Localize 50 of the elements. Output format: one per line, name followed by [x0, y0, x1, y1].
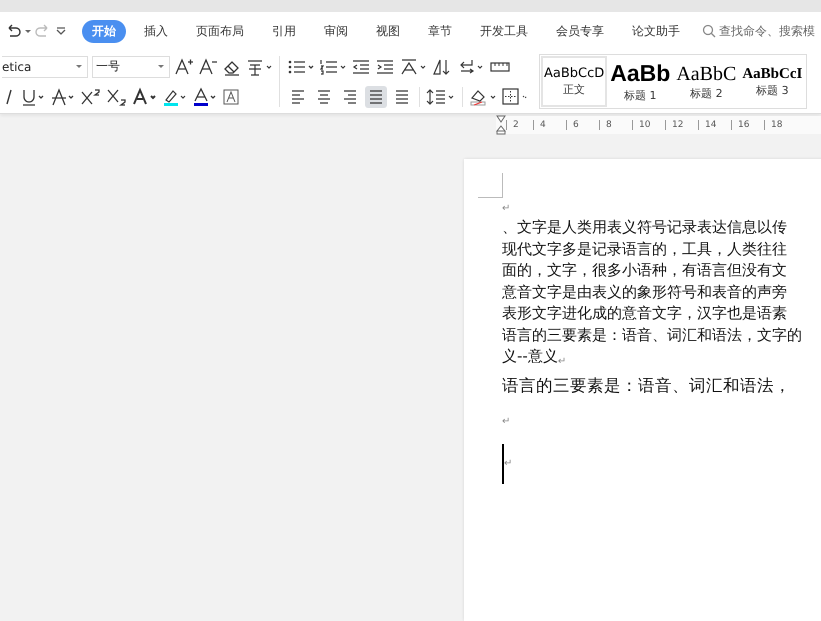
- menu-tab[interactable]: 章节: [418, 20, 462, 42]
- margin-corner-icon: [478, 173, 504, 199]
- text-cursor: [502, 444, 504, 484]
- menu-tab[interactable]: 引用: [262, 20, 306, 42]
- paragraph-line: 语言的三要素是：语音、词汇和语法，: [502, 374, 791, 396]
- paragraph-mark: ↵: [502, 203, 510, 215]
- paragraph-line: 现代文字多是记录语言的，工具，人类往往: [502, 238, 787, 260]
- ruler-number: 14: [698, 120, 731, 130]
- paragraph-line: 表形文字进化成的意音文字，汉字也是语素: [502, 303, 787, 324]
- search-icon: [702, 24, 716, 38]
- paragraph-line: 义--意义: [502, 346, 558, 367]
- paragraph-mark: ↵: [558, 356, 566, 368]
- superscript-icon[interactable]: [80, 86, 102, 106]
- indent-marker-icon[interactable]: [496, 115, 506, 135]
- font-color-icon[interactable]: [192, 86, 218, 106]
- menu-tab[interactable]: 开发工具: [470, 20, 538, 42]
- dropdown-caret-icon: [75, 64, 83, 70]
- dropdown-caret-icon: [157, 64, 165, 70]
- paragraph-mark: ↵: [504, 458, 512, 470]
- paragraph-line: 语言的三要素是：语音、词汇和语法，文字的: [502, 324, 802, 346]
- text-effects-icon[interactable]: [132, 86, 158, 106]
- style-option[interactable]: AaBbCcD 正文: [541, 56, 608, 107]
- shrink-font-icon[interactable]: [198, 56, 218, 76]
- menu-tab[interactable]: 论文助手: [622, 20, 690, 42]
- menu-tab[interactable]: 会员专享: [546, 20, 614, 42]
- borders-icon[interactable]: [501, 86, 529, 106]
- menu-tab[interactable]: 页面布局: [186, 20, 254, 42]
- ruler-number: 10: [632, 120, 665, 130]
- menu-tab[interactable]: 视图: [366, 20, 410, 42]
- ruler-number: 18: [764, 120, 797, 130]
- font-size-field[interactable]: 一号: [92, 56, 170, 78]
- ruler-number: 6: [566, 120, 599, 130]
- line-spacing-icon[interactable]: [426, 86, 456, 106]
- grow-font-icon[interactable]: [174, 56, 194, 76]
- menu-tab[interactable]: 插入: [134, 20, 178, 42]
- ruler-number: 4: [533, 120, 566, 130]
- ruler-number: 8: [599, 120, 632, 130]
- ruler-number: 12: [665, 120, 698, 130]
- character-border-icon[interactable]: [222, 86, 240, 106]
- menu-tab[interactable]: 审阅: [314, 20, 358, 42]
- text-direction-icon[interactable]: [399, 56, 427, 76]
- paragraph-line: 意音文字是由表义的象形符号和表音的声旁: [502, 282, 787, 302]
- strikethrough-icon[interactable]: [50, 86, 76, 106]
- ruler-number: 2: [506, 120, 533, 130]
- font-name-field[interactable]: etica: [2, 56, 88, 78]
- ruler-number: 16: [731, 120, 764, 130]
- paragraph-line: 面的，文字，很多小语种，有语言但没有文: [502, 260, 787, 281]
- align-button[interactable]: [365, 86, 387, 108]
- paragraph-line: 、文字是人类用表义符号记录表达信息以传: [502, 217, 787, 238]
- paragraph-mark: ↵: [502, 416, 510, 428]
